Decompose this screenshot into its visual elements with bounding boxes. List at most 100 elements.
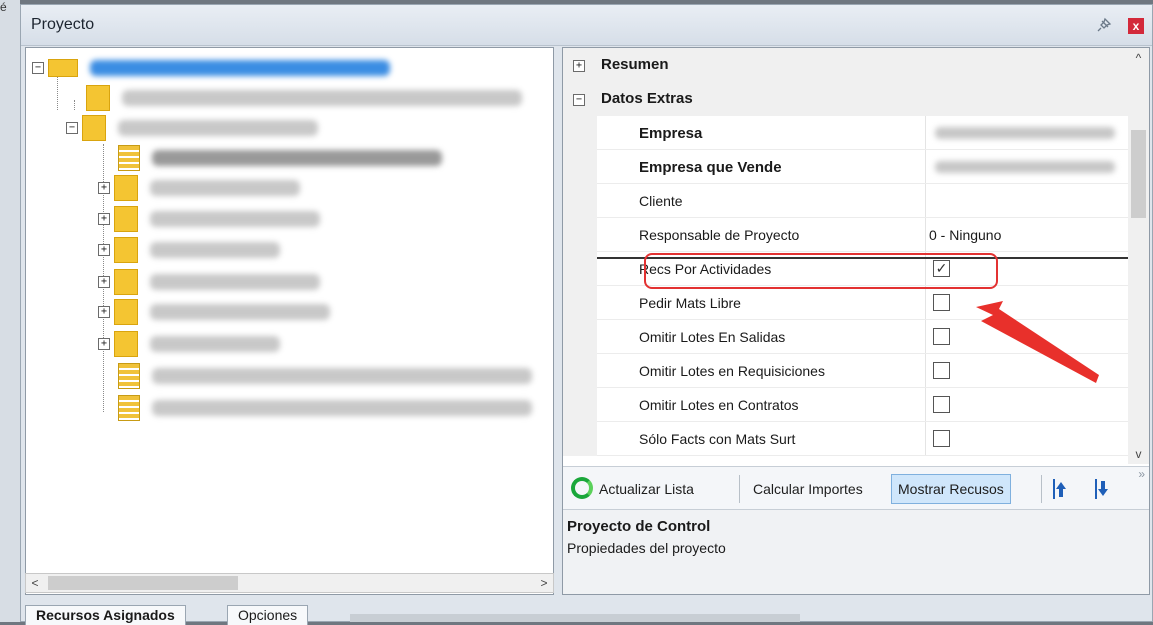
- tree-connector: [74, 100, 75, 110]
- tab-opciones[interactable]: Opciones: [227, 605, 309, 625]
- column-divider: [925, 388, 926, 422]
- property-row[interactable]: Sólo Facts con Mats Surt: [563, 422, 1128, 456]
- property-name: Responsable de Proyecto: [639, 227, 800, 243]
- show-resources-button[interactable]: Mostrar Recusos: [891, 474, 1011, 504]
- property-checkbox[interactable]: [933, 396, 950, 413]
- property-toolbar: Actualizar Lista Calcular Importes Mostr…: [563, 466, 1149, 510]
- property-row[interactable]: Omitir Lotes en Requisiciones: [563, 354, 1128, 388]
- tab-recursos-asignados[interactable]: Recursos Asignados: [25, 605, 186, 625]
- background-window-strip: [350, 614, 800, 622]
- folder-icon: [114, 331, 138, 357]
- property-checkbox[interactable]: [933, 294, 950, 311]
- project-tree[interactable]: − − + + + + + +: [25, 47, 554, 595]
- property-row[interactable]: Pedir Mats Libre: [563, 286, 1128, 320]
- expand-icon[interactable]: +: [98, 276, 110, 288]
- tree-item-root[interactable]: −: [32, 54, 390, 82]
- tree-item-label-redacted: [150, 304, 330, 320]
- window-title: Proyecto: [31, 16, 95, 33]
- folder-icon: [114, 175, 138, 201]
- folder-icon: [82, 115, 106, 141]
- expand-icon[interactable]: +: [98, 306, 110, 318]
- property-name: Omitir Lotes En Salidas: [639, 329, 786, 345]
- property-value-redacted[interactable]: [935, 127, 1115, 139]
- property-row[interactable]: Empresa: [563, 116, 1128, 150]
- expand-icon[interactable]: +: [98, 182, 110, 194]
- tree-item[interactable]: +: [98, 174, 300, 202]
- collapse-icon[interactable]: −: [573, 94, 585, 106]
- property-name: Sólo Facts con Mats Surt: [639, 431, 796, 447]
- background-window-edge: é: [0, 0, 20, 622]
- tree-item-label-redacted: [118, 120, 318, 136]
- property-row-gutter: [563, 150, 597, 184]
- scroll-left-icon[interactable]: <: [26, 574, 44, 592]
- property-row-gutter: [563, 218, 597, 252]
- tree-item[interactable]: +: [98, 205, 320, 233]
- tree-item[interactable]: [114, 394, 532, 422]
- tree-item[interactable]: −: [66, 114, 318, 142]
- property-row[interactable]: Omitir Lotes En Salidas: [563, 320, 1128, 354]
- collapse-icon[interactable]: −: [32, 62, 44, 74]
- scroll-down-icon[interactable]: v: [1128, 444, 1149, 464]
- tree-item-label-redacted: [152, 400, 532, 416]
- collapse-icon[interactable]: −: [66, 122, 78, 134]
- row-divider: [597, 455, 1128, 456]
- scroll-up-icon[interactable]: ^: [1128, 48, 1149, 68]
- property-row-gutter: [563, 184, 597, 218]
- tree-item[interactable]: +: [98, 236, 280, 264]
- tree-item-label-redacted: [152, 150, 442, 166]
- property-name: Omitir Lotes en Contratos: [639, 397, 799, 413]
- property-row-gutter: [563, 354, 597, 388]
- description-panel: Proyecto de Control Propiedades del proy…: [563, 510, 1149, 594]
- tree-item[interactable]: [82, 84, 522, 112]
- arrow-up-icon[interactable]: [1053, 479, 1067, 499]
- property-value[interactable]: 0 - Ninguno: [929, 227, 1001, 243]
- tree-item-label-redacted: [122, 90, 522, 106]
- scrollbar-thumb[interactable]: [1131, 130, 1146, 218]
- column-divider: [925, 320, 926, 354]
- scrollbar-thumb[interactable]: [48, 576, 238, 590]
- tree-item[interactable]: +: [98, 330, 280, 358]
- property-name: Empresa: [639, 125, 703, 142]
- property-row[interactable]: Empresa que Vende: [563, 150, 1128, 184]
- tree-item[interactable]: +: [98, 298, 330, 326]
- expand-icon[interactable]: +: [98, 244, 110, 256]
- expand-icon[interactable]: +: [98, 213, 110, 225]
- property-grid[interactable]: + Resumen − Datos Extras Empresa Empresa que …: [563, 48, 1128, 464]
- tree-horizontal-scrollbar[interactable]: < >: [25, 573, 554, 593]
- tree-item-label-redacted: [90, 60, 390, 76]
- property-row[interactable]: Responsable de Proyecto 0 - Ninguno: [563, 218, 1128, 252]
- expand-icon[interactable]: +: [573, 60, 585, 72]
- folder-icon: [114, 237, 138, 263]
- title-bar[interactable]: Proyecto x: [21, 5, 1152, 46]
- property-name: Omitir Lotes en Requisiciones: [639, 363, 825, 379]
- column-divider: [925, 422, 926, 456]
- property-row[interactable]: Cliente: [563, 184, 1128, 218]
- folder-icon: [114, 206, 138, 232]
- column-divider: [925, 184, 926, 218]
- calculate-amounts-button[interactable]: Calcular Importes: [753, 475, 863, 503]
- close-button[interactable]: x: [1128, 18, 1144, 34]
- expand-icon[interactable]: +: [98, 338, 110, 350]
- tree-item-label-redacted: [150, 274, 320, 290]
- property-vertical-scrollbar[interactable]: ^ v: [1128, 48, 1149, 464]
- property-row[interactable]: Omitir Lotes en Contratos: [563, 388, 1128, 422]
- property-category[interactable]: − Datos Extras: [563, 82, 1128, 116]
- refresh-list-button[interactable]: Actualizar Lista: [599, 475, 694, 503]
- document-icon: [118, 363, 140, 389]
- tree-item[interactable]: [114, 362, 532, 390]
- property-checkbox[interactable]: [933, 430, 950, 447]
- property-category[interactable]: + Resumen: [563, 48, 1128, 82]
- scroll-right-icon[interactable]: >: [535, 574, 553, 592]
- tree-item-label-redacted: [150, 242, 280, 258]
- property-checkbox[interactable]: [933, 362, 950, 379]
- property-checkbox[interactable]: [933, 328, 950, 345]
- tree-item-label-redacted: [150, 180, 300, 196]
- property-value-redacted[interactable]: [935, 161, 1115, 173]
- tree-item[interactable]: [114, 144, 442, 172]
- description-title: Proyecto de Control: [567, 518, 711, 535]
- pin-icon[interactable]: [1096, 17, 1112, 33]
- toolbar-overflow-icon[interactable]: »: [1138, 467, 1145, 481]
- arrow-down-icon[interactable]: [1095, 479, 1109, 499]
- tree-item[interactable]: +: [98, 268, 320, 296]
- refresh-icon[interactable]: [571, 477, 593, 499]
